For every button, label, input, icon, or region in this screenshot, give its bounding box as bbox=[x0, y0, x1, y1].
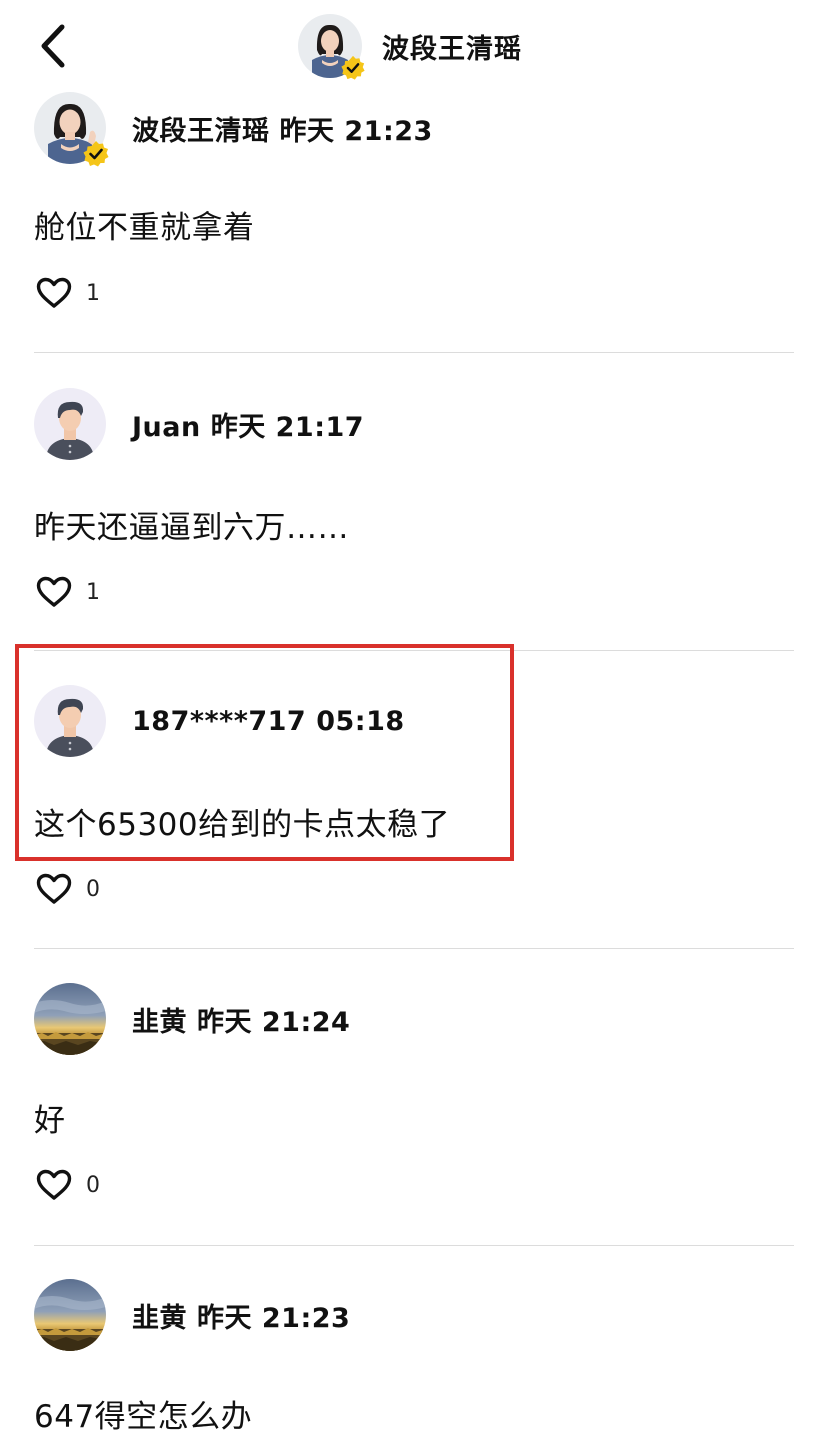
page-title: 波段王清瑶 bbox=[382, 33, 522, 65]
comment-username[interactable]: 韭黄 bbox=[132, 1007, 187, 1038]
avatar[interactable] bbox=[34, 983, 106, 1055]
divider bbox=[34, 650, 794, 651]
like-button[interactable]: 0 bbox=[36, 873, 100, 905]
comment-time: 昨天 21:17 bbox=[210, 411, 365, 443]
avatar[interactable] bbox=[34, 92, 109, 167]
like-button[interactable]: 1 bbox=[36, 576, 100, 608]
comment-meta: 韭黄 昨天 21:24 bbox=[132, 1000, 350, 1039]
like-button[interactable]: 1 bbox=[36, 277, 100, 309]
comment-time: 昨天 21:23 bbox=[279, 115, 433, 147]
comment-meta: 187****717 05:18 bbox=[132, 706, 405, 737]
landscape-avatar-icon bbox=[34, 1279, 106, 1351]
heart-icon bbox=[36, 873, 72, 904]
comment-text: 昨天还逼逼到六万…… bbox=[34, 510, 349, 546]
comment-time: 昨天 21:23 bbox=[197, 1302, 351, 1334]
top-bar: 波段王清瑶 bbox=[0, 0, 828, 92]
chevron-left-icon bbox=[41, 24, 65, 68]
comment-item: 波段王清瑶 昨天 21:23 舱位不重就拿着 1 bbox=[34, 92, 794, 308]
like-count: 0 bbox=[86, 1172, 100, 1198]
default-person-avatar-icon bbox=[34, 388, 106, 460]
avatar[interactable] bbox=[34, 685, 106, 757]
heart-icon bbox=[36, 1169, 72, 1200]
comment-text: 这个65300给到的卡点太稳了 bbox=[34, 807, 451, 843]
avatar[interactable] bbox=[298, 14, 365, 80]
comment-meta: 韭黄 昨天 21:23 bbox=[132, 1296, 350, 1335]
default-person-avatar-icon bbox=[34, 685, 106, 757]
comment-username[interactable]: Juan bbox=[132, 412, 201, 443]
comment-meta: 波段王清瑶 昨天 21:23 bbox=[132, 109, 433, 148]
avatar[interactable] bbox=[34, 1279, 106, 1351]
comment-text: 647得空怎么办 bbox=[34, 1399, 253, 1435]
back-button[interactable] bbox=[28, 18, 78, 74]
comment-text: 舱位不重就拿着 bbox=[34, 210, 255, 246]
comment-username[interactable]: 韭黄 bbox=[132, 1303, 187, 1334]
like-count: 0 bbox=[86, 876, 100, 902]
verified-badge-icon bbox=[83, 141, 109, 167]
header-profile[interactable]: 波段王清瑶 bbox=[298, 14, 522, 80]
like-button[interactable]: 0 bbox=[36, 1169, 100, 1201]
landscape-avatar-icon bbox=[34, 983, 106, 1055]
divider bbox=[34, 1245, 794, 1246]
like-count: 1 bbox=[86, 579, 100, 605]
comment-item: Juan 昨天 21:17 昨天还逼逼到六万…… 1 bbox=[34, 388, 794, 607]
comment-username[interactable]: 波段王清瑶 bbox=[132, 116, 270, 147]
heart-icon bbox=[36, 277, 72, 308]
comment-meta: Juan 昨天 21:17 bbox=[132, 405, 364, 444]
divider bbox=[34, 352, 794, 353]
comment-text: 好 bbox=[34, 1103, 66, 1139]
comment-item: 187****717 05:18 这个65300给到的卡点太稳了 0 bbox=[34, 685, 794, 904]
comment-username[interactable]: 187****717 bbox=[132, 706, 306, 737]
comment-time: 昨天 21:24 bbox=[197, 1006, 351, 1038]
heart-icon bbox=[36, 576, 72, 607]
avatar[interactable] bbox=[34, 388, 106, 460]
comment-time: 05:18 bbox=[316, 705, 405, 737]
comment-item: 韭黄 昨天 21:24 好 0 bbox=[34, 983, 794, 1200]
divider bbox=[34, 948, 794, 949]
verified-badge-icon bbox=[341, 55, 365, 80]
like-count: 1 bbox=[86, 280, 100, 306]
comment-item: 韭黄 昨天 21:23 647得空怎么办 bbox=[34, 1279, 794, 1435]
